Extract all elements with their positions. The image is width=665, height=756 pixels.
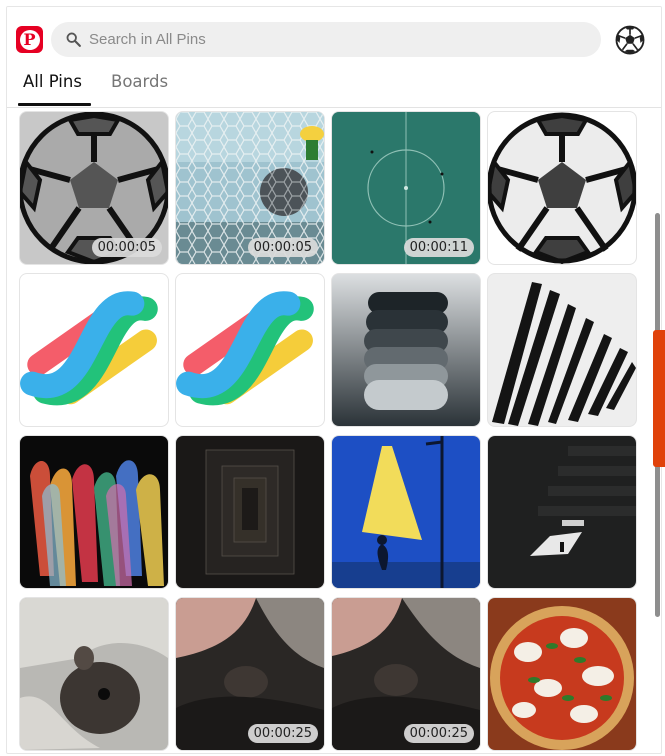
video-duration-badge: 00:00:11 bbox=[403, 238, 474, 257]
pin-tile[interactable] bbox=[19, 435, 169, 589]
pinterest-logo[interactable]: P bbox=[16, 26, 43, 53]
search-icon bbox=[66, 32, 81, 47]
tab-all-pins[interactable]: All Pins bbox=[23, 72, 82, 91]
logo-letter: P bbox=[19, 29, 40, 50]
pin-tile[interactable] bbox=[487, 273, 637, 427]
pin-image bbox=[488, 112, 636, 264]
pin-tile[interactable] bbox=[487, 435, 637, 589]
search-bar[interactable] bbox=[51, 22, 601, 57]
active-tab-indicator bbox=[18, 103, 91, 106]
header: P All Pins Boards bbox=[7, 7, 661, 108]
video-duration-badge: 00:00:05 bbox=[247, 238, 318, 257]
pin-image bbox=[488, 436, 636, 588]
pin-image bbox=[176, 274, 324, 426]
video-duration-badge: 00:00:25 bbox=[247, 724, 318, 743]
pin-tile[interactable] bbox=[487, 597, 637, 751]
app-window: P All Pins Boards bbox=[6, 6, 662, 754]
pin-tile[interactable]: 00:00:05 bbox=[175, 111, 325, 265]
pin-image bbox=[20, 436, 168, 588]
pin-tile[interactable]: 00:00:25 bbox=[175, 597, 325, 751]
pin-tile[interactable]: 00:00:05 bbox=[19, 111, 169, 265]
pin-image bbox=[332, 436, 480, 588]
pin-tile[interactable] bbox=[19, 597, 169, 751]
video-duration-badge: 00:00:25 bbox=[403, 724, 474, 743]
pin-image bbox=[488, 274, 636, 426]
search-input[interactable] bbox=[89, 22, 579, 57]
tab-boards[interactable]: Boards bbox=[111, 72, 168, 91]
pin-tile[interactable] bbox=[331, 273, 481, 427]
pin-tile[interactable] bbox=[331, 435, 481, 589]
pin-tile[interactable]: 00:00:11 bbox=[331, 111, 481, 265]
pin-tile[interactable] bbox=[175, 273, 325, 427]
pin-image bbox=[20, 598, 168, 750]
pin-image bbox=[176, 436, 324, 588]
pin-tile[interactable]: 00:00:25 bbox=[331, 597, 481, 751]
pin-image bbox=[488, 598, 636, 750]
pin-tile[interactable] bbox=[19, 273, 169, 427]
soccer-ball-icon[interactable] bbox=[615, 25, 645, 55]
pin-tile[interactable] bbox=[175, 435, 325, 589]
pin-image bbox=[20, 274, 168, 426]
video-duration-badge: 00:00:05 bbox=[91, 238, 162, 257]
side-tab-handle[interactable] bbox=[653, 330, 665, 467]
pin-tile[interactable] bbox=[487, 111, 637, 265]
pin-image bbox=[332, 274, 480, 426]
